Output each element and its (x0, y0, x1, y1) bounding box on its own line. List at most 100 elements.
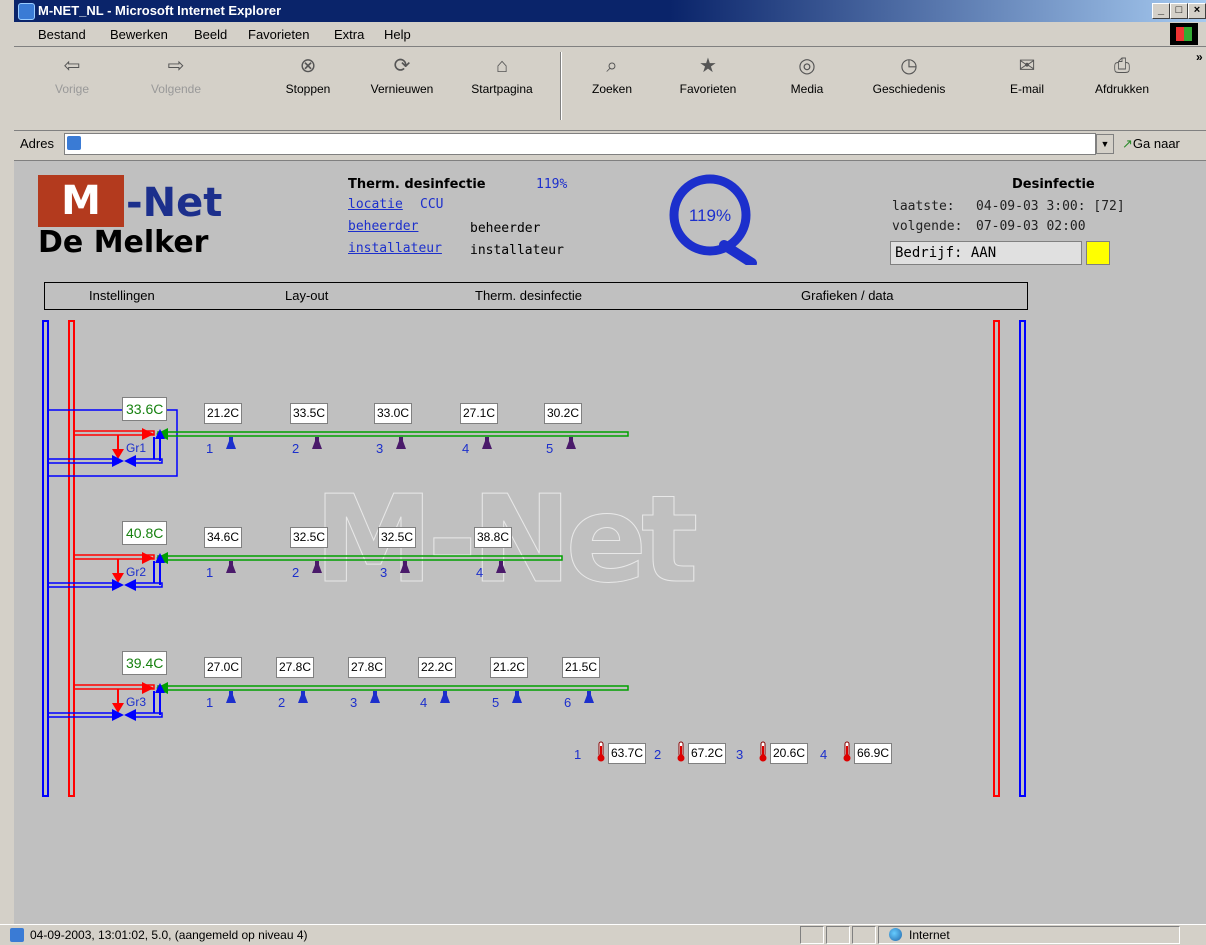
tap-temp: 33.5C (290, 403, 329, 424)
ie-icon (18, 3, 35, 20)
shower-tap-icon[interactable] (296, 691, 310, 705)
menu-favorieten[interactable]: Favorieten (248, 27, 309, 42)
media-button[interactable]: ◎ Media (784, 54, 830, 96)
tap-number: 2 (292, 441, 300, 456)
tap-temp: 32.5C (290, 527, 329, 548)
web-page: M-Net M -Net De Melker Therm. desinfecti… (14, 160, 1206, 929)
favorites-label: Favorieten (679, 82, 737, 96)
tap-temp: 27.0C (204, 657, 243, 678)
title-bar: M-NET_NL - Microsoft Internet Explorer _… (14, 0, 1206, 22)
home-button[interactable]: ⌂ Startpagina (462, 54, 542, 96)
shower-tap-icon[interactable] (310, 437, 324, 451)
media-label: Media (790, 82, 824, 96)
mail-label: E-mail (1009, 82, 1044, 96)
minimize-button[interactable]: _ (1152, 3, 1170, 19)
tap-temp: 30.2C (544, 403, 583, 424)
status-cell (826, 926, 850, 944)
print-button[interactable]: ⎙ Afdrukken (1084, 54, 1160, 96)
windows-logo-icon (1170, 23, 1198, 45)
tap-number: 2 (292, 565, 300, 580)
shower-tap-icon[interactable] (438, 691, 452, 705)
shower-tap-icon[interactable] (224, 437, 238, 451)
tap-temp: 33.0C (374, 403, 413, 424)
status-zone-label: Internet (909, 928, 950, 942)
shower-tap-icon[interactable] (224, 691, 238, 705)
tap-number: 1 (206, 441, 214, 456)
status-cell (852, 926, 876, 944)
menu-bestand[interactable]: Bestand (38, 27, 86, 42)
tap-number: 6 (564, 695, 572, 710)
history-icon: ◷ (900, 55, 918, 77)
status-zone: Internet (878, 926, 1180, 944)
toolbar: ⇦ Vorige ⇨ Volgende ⊗ Stoppen ⟳ Vernieuwen ⌂… (14, 48, 1206, 131)
menu-beeld[interactable]: Beeld (194, 27, 227, 42)
refresh-label: Vernieuwen (370, 82, 434, 96)
mail-button[interactable]: ✉ E-mail (1002, 54, 1052, 96)
tap-number: 5 (492, 695, 500, 710)
group-label[interactable]: Gr3 (126, 695, 146, 709)
tap-temp: 21.2C (204, 403, 243, 424)
stop-label: Stoppen (285, 82, 331, 96)
back-arrow-icon: ⇦ (63, 55, 81, 77)
thermometer-icon (677, 741, 685, 762)
status-bar: 04-09-2003, 13:01:02, 5.0, (aangemeld op… (0, 924, 1206, 945)
boiler-temp: 63.7C (608, 743, 647, 764)
address-input[interactable] (64, 133, 1096, 155)
group-label[interactable]: Gr1 (126, 441, 146, 455)
forward-button[interactable]: ⇨ Volgende (144, 54, 208, 96)
shower-tap-icon[interactable] (398, 561, 412, 575)
boiler-temp: 20.6C (770, 743, 809, 764)
mail-icon: ✉ (1018, 55, 1036, 77)
shower-tap-icon[interactable] (394, 437, 408, 451)
page-icon (67, 136, 81, 150)
forward-arrow-icon: ⇨ (167, 55, 185, 77)
menu-help[interactable]: Help (384, 27, 411, 42)
thermometer-icon (597, 741, 605, 762)
back-label: Vorige (54, 82, 90, 96)
close-button[interactable]: × (1188, 3, 1206, 19)
tap-temp: 38.8C (474, 527, 513, 548)
tap-number: 2 (278, 695, 286, 710)
search-button[interactable]: ⌕ Zoeken (584, 54, 640, 96)
tap-temp: 22.2C (418, 657, 457, 678)
stop-button[interactable]: ⊗ Stoppen (278, 54, 338, 96)
home-label: Startpagina (471, 82, 533, 96)
home-icon: ⌂ (495, 55, 509, 77)
tap-temp: 34.6C (204, 527, 243, 548)
back-button[interactable]: ⇦ Vorige (52, 54, 92, 96)
shower-tap-icon[interactable] (564, 437, 578, 451)
toolbar-overflow-chevron-icon[interactable]: » (1196, 50, 1203, 64)
shower-tap-icon[interactable] (582, 691, 596, 705)
tap-temp: 21.5C (562, 657, 601, 678)
menu-extra[interactable]: Extra (334, 27, 364, 42)
go-label: Ga naar (1132, 136, 1180, 151)
history-label: Geschiedenis (872, 82, 946, 96)
go-button[interactable]: ↗Ga naar (1122, 136, 1180, 152)
address-bar: Adres ▼ ↗Ga naar (14, 132, 1206, 156)
menu-bewerken[interactable]: Bewerken (110, 27, 168, 42)
window-title: M-NET_NL - Microsoft Internet Explorer (38, 3, 282, 18)
favorites-button[interactable]: ★ Favorieten (670, 54, 746, 96)
favorites-icon: ★ (699, 55, 717, 77)
status-page-icon (10, 928, 24, 942)
shower-tap-icon[interactable] (480, 437, 494, 451)
shower-tap-icon[interactable] (310, 561, 324, 575)
shower-tap-icon[interactable] (224, 561, 238, 575)
media-icon: ◎ (798, 55, 816, 77)
history-button[interactable]: ◷ Geschiedenis (864, 54, 954, 96)
shower-tap-icon[interactable] (494, 561, 508, 575)
maximize-button[interactable]: □ (1170, 3, 1188, 19)
address-dropdown-icon[interactable]: ▼ (1096, 134, 1114, 154)
group-piping (47, 552, 563, 591)
go-arrow-icon: ↗ (1122, 136, 1133, 151)
tap-number: 1 (206, 565, 214, 580)
print-label: Afdrukken (1094, 82, 1150, 96)
shower-tap-icon[interactable] (510, 691, 524, 705)
tap-number: 4 (462, 441, 470, 456)
boiler-temp: 66.9C (854, 743, 893, 764)
address-label: Adres (20, 136, 54, 151)
tap-temp: 32.5C (378, 527, 417, 548)
refresh-button[interactable]: ⟳ Vernieuwen (364, 54, 440, 96)
shower-tap-icon[interactable] (368, 691, 382, 705)
group-label[interactable]: Gr2 (126, 565, 146, 579)
